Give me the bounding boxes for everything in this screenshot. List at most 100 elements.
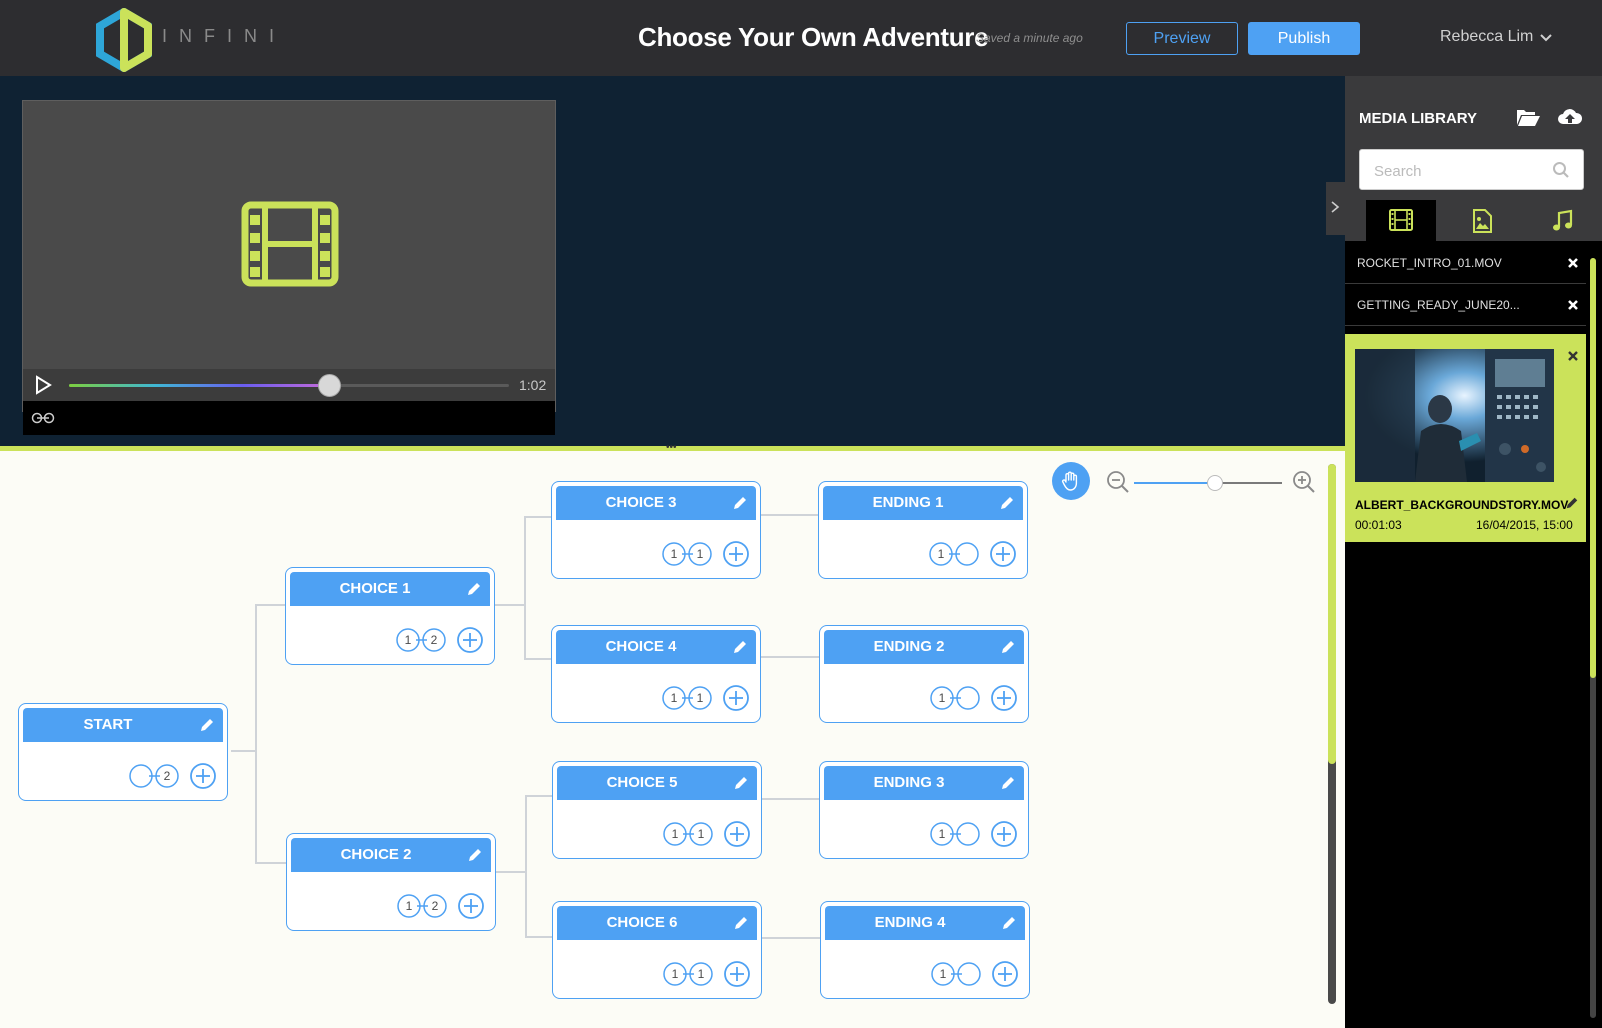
media-search-input[interactable]: [1374, 160, 1544, 182]
svg-text:2: 2: [432, 899, 439, 913]
play-icon[interactable]: [33, 375, 53, 395]
connection-counter[interactable]: 1: [927, 540, 983, 568]
progress-handle[interactable]: [317, 374, 341, 397]
search-icon[interactable]: [1552, 161, 1570, 179]
connection-counter[interactable]: 1 1: [661, 820, 717, 848]
progress-track[interactable]: [69, 374, 509, 397]
connection-counter[interactable]: 1: [928, 820, 984, 848]
add-branch-icon[interactable]: [722, 540, 750, 568]
music-icon: [1553, 209, 1573, 231]
pencil-icon[interactable]: [732, 639, 748, 655]
pencil-icon[interactable]: [733, 915, 749, 931]
publish-button[interactable]: Publish: [1248, 22, 1360, 55]
pencil-icon[interactable]: [733, 775, 749, 791]
pencil-icon[interactable]: [1565, 496, 1579, 510]
media-list-item[interactable]: GETTING_READY_JUNE20...: [1345, 284, 1586, 326]
player-controls: 1:02: [23, 369, 555, 401]
user-menu-name[interactable]: Rebecca Lim: [1440, 28, 1533, 46]
pencil-icon[interactable]: [199, 717, 215, 733]
film-icon: [241, 201, 339, 287]
cloud-upload-icon[interactable]: [1557, 106, 1583, 128]
story-node-ending-2[interactable]: ENDING 2 1: [819, 625, 1029, 723]
story-node-choice-2[interactable]: CHOICE 2 1 2: [286, 833, 496, 931]
node-header: START: [23, 708, 223, 742]
connection-counter[interactable]: 1 1: [661, 960, 717, 988]
media-tab-video[interactable]: [1366, 200, 1436, 241]
add-branch-icon[interactable]: [457, 892, 485, 920]
media-library-panel: MEDIA LIBRARY Search ROCKET_INTRO_01.MOV…: [1345, 76, 1602, 1028]
story-node-choice-5[interactable]: CHOICE 5 1 1: [552, 761, 762, 859]
video-thumbnail[interactable]: [1355, 349, 1554, 482]
add-branch-icon[interactable]: [722, 684, 750, 712]
connection-counter[interactable]: 1 2: [395, 892, 451, 920]
collapse-panel-button[interactable]: [1326, 182, 1345, 235]
connection-counter[interactable]: 1 2: [394, 626, 450, 654]
pencil-icon[interactable]: [999, 495, 1015, 511]
progress-fill: [69, 384, 329, 387]
connection-counter[interactable]: 1 1: [660, 540, 716, 568]
film-icon: [1389, 209, 1413, 231]
link-icon[interactable]: [31, 411, 55, 425]
story-node-choice-6[interactable]: CHOICE 6 1 1: [552, 901, 762, 999]
project-title[interactable]: Choose Your Own Adventure: [638, 22, 989, 53]
connection-counter[interactable]: 2: [127, 762, 183, 790]
pencil-icon[interactable]: [1001, 915, 1017, 931]
canvas-scrollbar[interactable]: [1328, 464, 1336, 1004]
pencil-icon[interactable]: [467, 847, 483, 863]
close-icon[interactable]: [1567, 257, 1579, 269]
story-node-start[interactable]: START 2: [18, 703, 228, 801]
add-branch-icon[interactable]: [991, 960, 1019, 988]
story-node-choice-3[interactable]: CHOICE 3 1 1: [551, 481, 761, 579]
pencil-icon[interactable]: [1000, 775, 1016, 791]
connection-counter[interactable]: 1: [928, 684, 984, 712]
add-branch-icon[interactable]: [990, 820, 1018, 848]
add-branch-icon[interactable]: [723, 960, 751, 988]
media-scrollbar[interactable]: [1590, 258, 1596, 1018]
node-title: ENDING 3: [873, 774, 945, 791]
node-header: CHOICE 5: [557, 766, 757, 800]
story-node-choice-4[interactable]: CHOICE 4 1 1: [551, 625, 761, 723]
media-selected-item[interactable]: ALBERT_BACKGROUNDSTORY.MOV 00:01:03 16/0…: [1345, 334, 1586, 542]
svg-text:1: 1: [697, 547, 704, 561]
add-branch-icon[interactable]: [189, 762, 217, 790]
add-branch-icon[interactable]: [723, 820, 751, 848]
close-icon[interactable]: [1567, 350, 1579, 362]
media-tab-image[interactable]: [1447, 200, 1517, 241]
node-header: CHOICE 6: [557, 906, 757, 940]
story-node-ending-3[interactable]: ENDING 3 1: [819, 761, 1029, 859]
add-branch-icon[interactable]: [990, 684, 1018, 712]
node-title: ENDING 1: [872, 494, 944, 511]
chevron-down-icon[interactable]: [1538, 30, 1554, 46]
story-node-choice-1[interactable]: CHOICE 1 1 2: [285, 567, 495, 665]
story-node-ending-1[interactable]: ENDING 1 1: [818, 481, 1028, 579]
media-item-name: ROCKET_INTRO_01.MOV: [1357, 256, 1502, 270]
pencil-icon[interactable]: [732, 495, 748, 511]
node-title: CHOICE 1: [339, 580, 411, 597]
pan-tool-button[interactable]: [1052, 462, 1090, 500]
zoom-out-icon[interactable]: [1106, 470, 1130, 494]
folder-open-icon[interactable]: [1515, 106, 1541, 128]
story-node-ending-4[interactable]: ENDING 4 1: [820, 901, 1030, 999]
media-list-item[interactable]: ROCKET_INTRO_01.MOV: [1345, 242, 1586, 284]
canvas-scrollbar-thumb[interactable]: [1328, 464, 1336, 764]
zoom-in-icon[interactable]: [1292, 470, 1316, 494]
add-branch-icon[interactable]: [989, 540, 1017, 568]
preview-button[interactable]: Preview: [1126, 22, 1238, 55]
app-header: INFINI Choose Your Own Adventure Saved a…: [0, 0, 1602, 76]
logo-text: INFINI: [162, 26, 286, 46]
infini-logo[interactable]: [92, 8, 156, 72]
node-title: ENDING 2: [873, 638, 945, 655]
media-scrollbar-thumb[interactable]: [1590, 258, 1596, 678]
svg-text:1: 1: [698, 967, 705, 981]
node-header: ENDING 2: [824, 630, 1024, 664]
pencil-icon[interactable]: [466, 581, 482, 597]
pencil-icon[interactable]: [1000, 639, 1016, 655]
close-icon[interactable]: [1567, 299, 1579, 311]
hand-icon: [1062, 471, 1078, 491]
connection-counter[interactable]: 1: [929, 960, 985, 988]
story-graph-canvas[interactable]: START 2 CHOICE 1 1 2 CHOICE 2 1 2 CHOICE…: [0, 451, 1345, 1028]
connection-counter[interactable]: 1 1: [660, 684, 716, 712]
add-branch-icon[interactable]: [456, 626, 484, 654]
video-player[interactable]: 1:02: [22, 100, 556, 435]
media-tab-music[interactable]: [1528, 200, 1598, 241]
